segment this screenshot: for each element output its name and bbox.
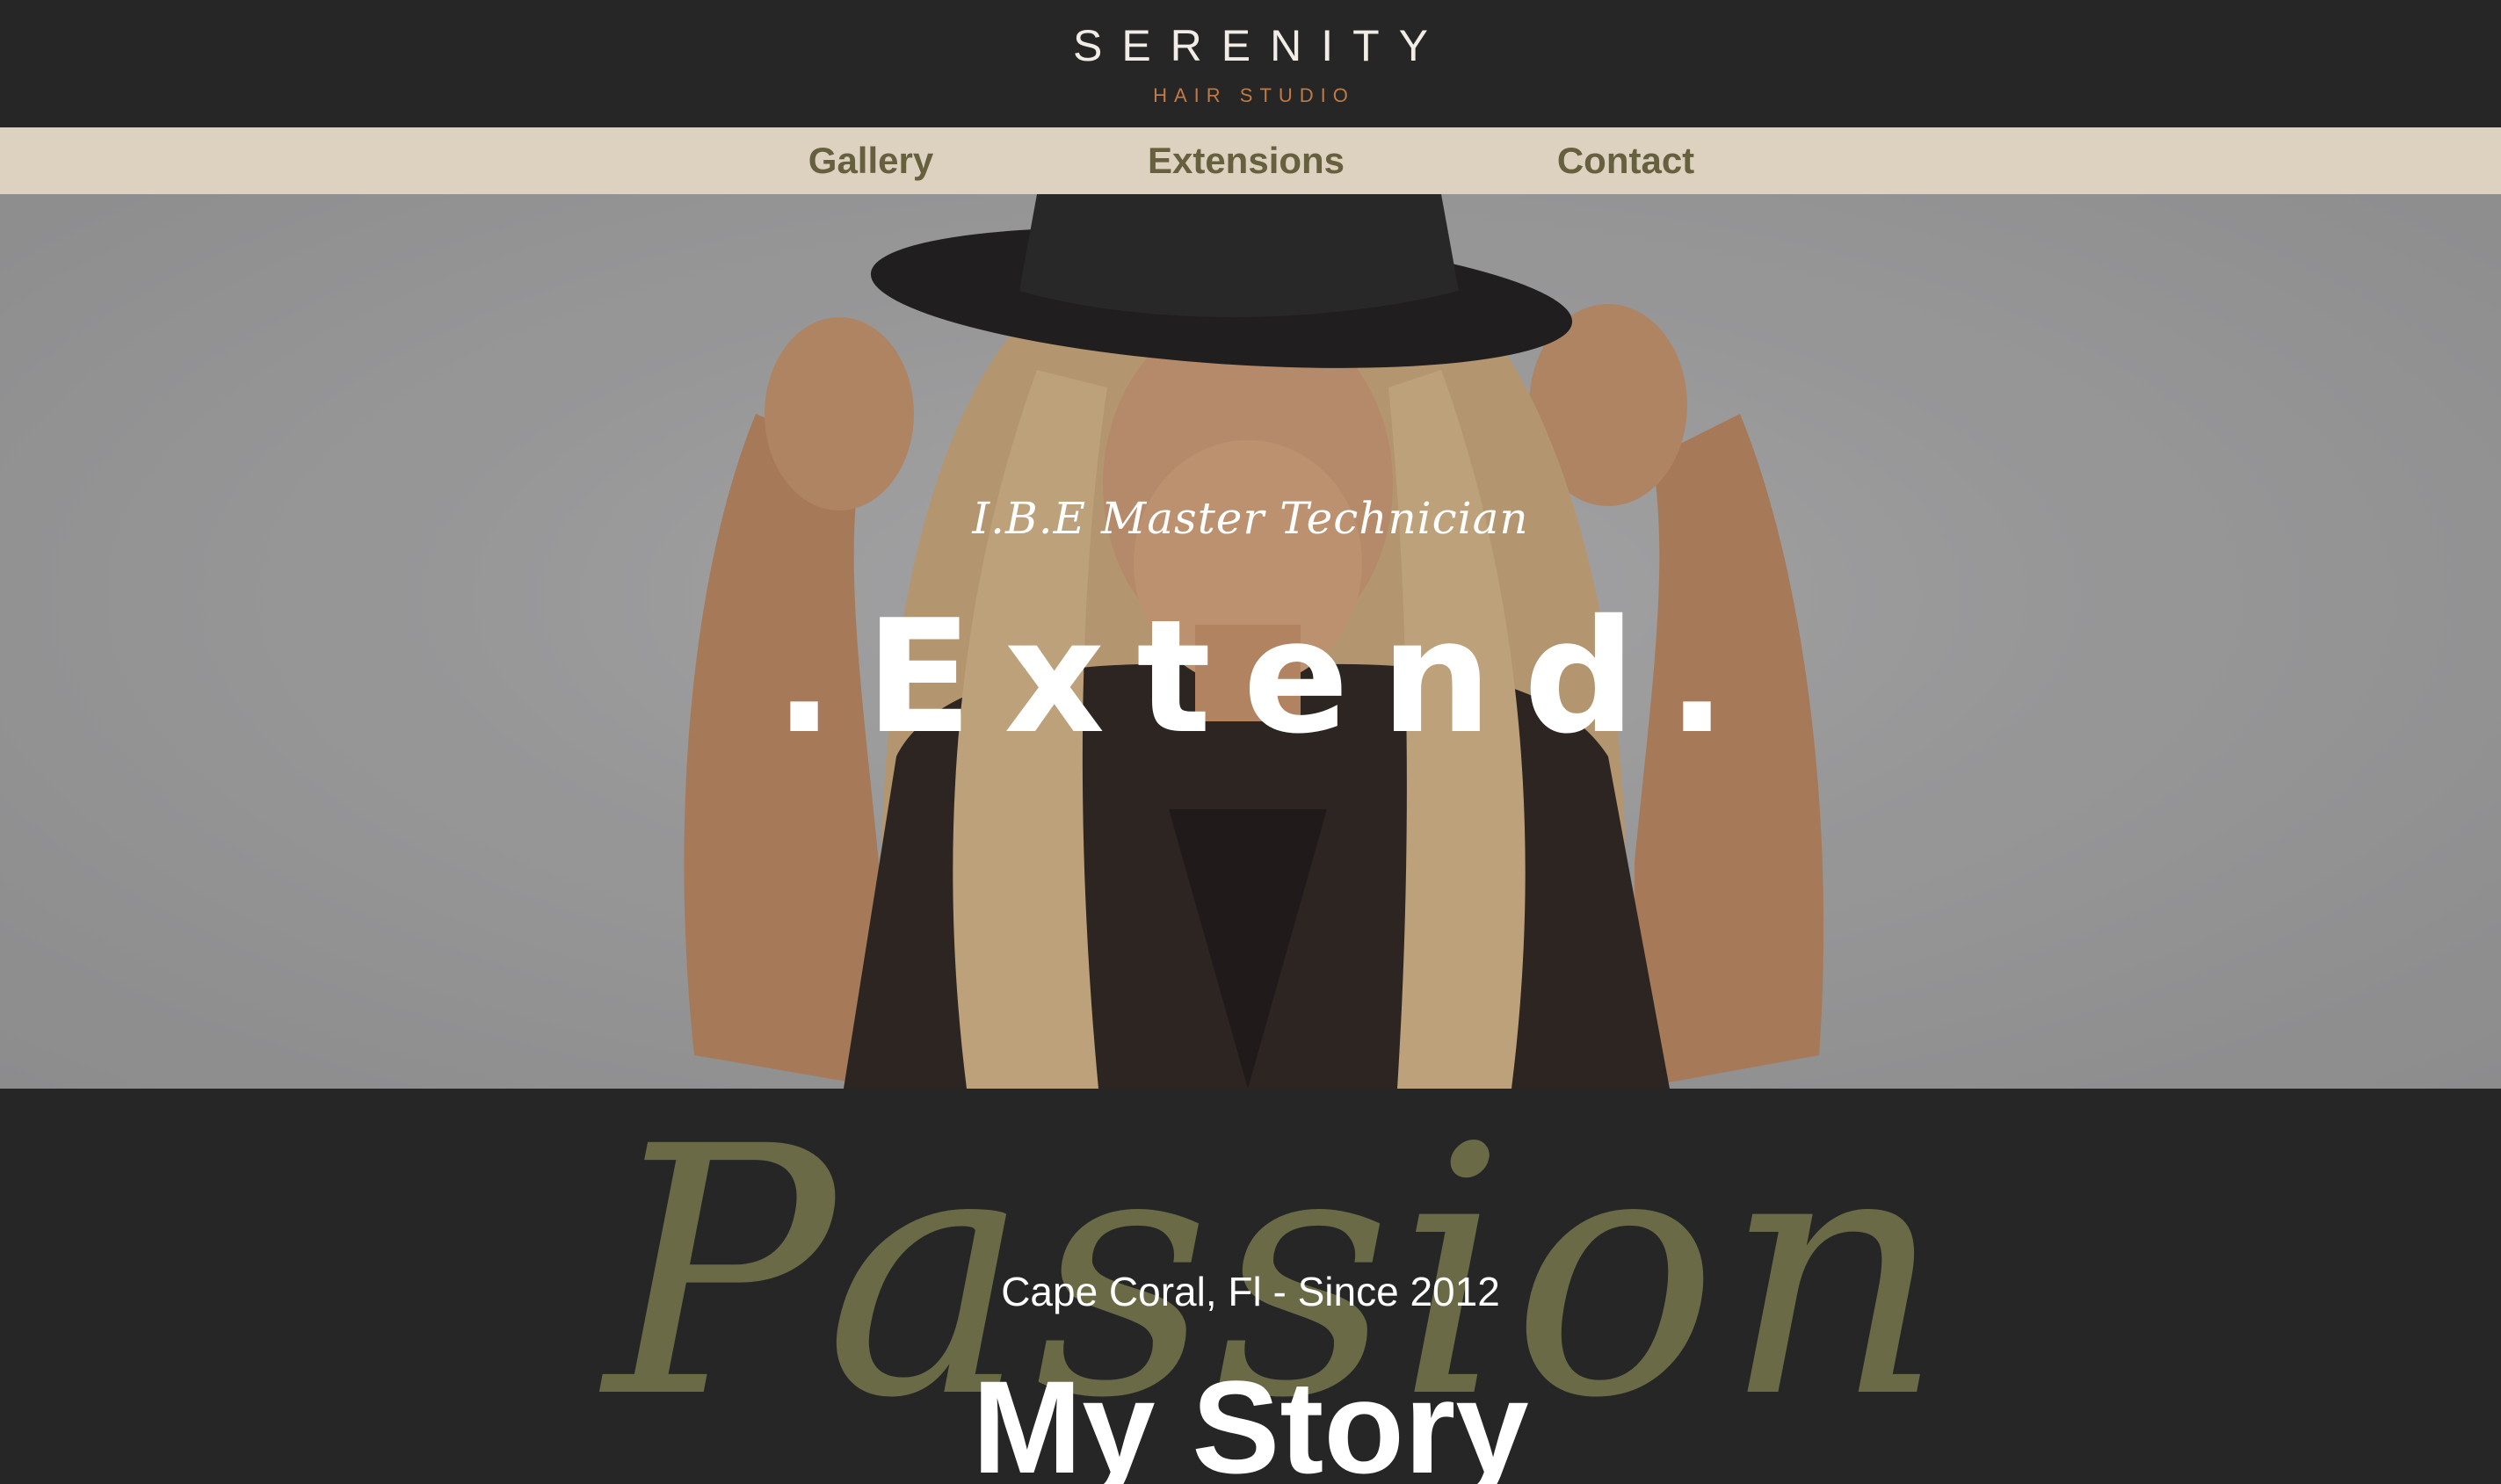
nav-gallery-link[interactable]: Gallery <box>808 127 933 194</box>
nav-contact-link[interactable]: Contact <box>1557 127 1694 194</box>
story-heading: My Story <box>972 1353 1529 1484</box>
main-nav: Gallery Extensions Contact <box>0 127 2501 194</box>
nav-extensions-link[interactable]: Extensions <box>1148 127 1345 194</box>
hero-banner: I.B.E Master Technician .Extend. <box>0 194 2501 1089</box>
logo-subtitle: HAIR STUDIO <box>1153 84 1355 106</box>
site-logo[interactable]: SERENITY HAIR STUDIO <box>0 19 2501 107</box>
site-header: SERENITY HAIR STUDIO <box>0 0 2501 127</box>
hero-subtitle: I.B.E Master Technician <box>972 493 1529 544</box>
story-section: Passion Cape Coral, Fl - Since 2012 My S… <box>0 1089 2501 1484</box>
logo-brand: SERENITY <box>1072 21 1448 70</box>
hero-title: .Extend. <box>774 586 1758 768</box>
location-tagline: Cape Coral, Fl - Since 2012 <box>1001 1269 1500 1314</box>
